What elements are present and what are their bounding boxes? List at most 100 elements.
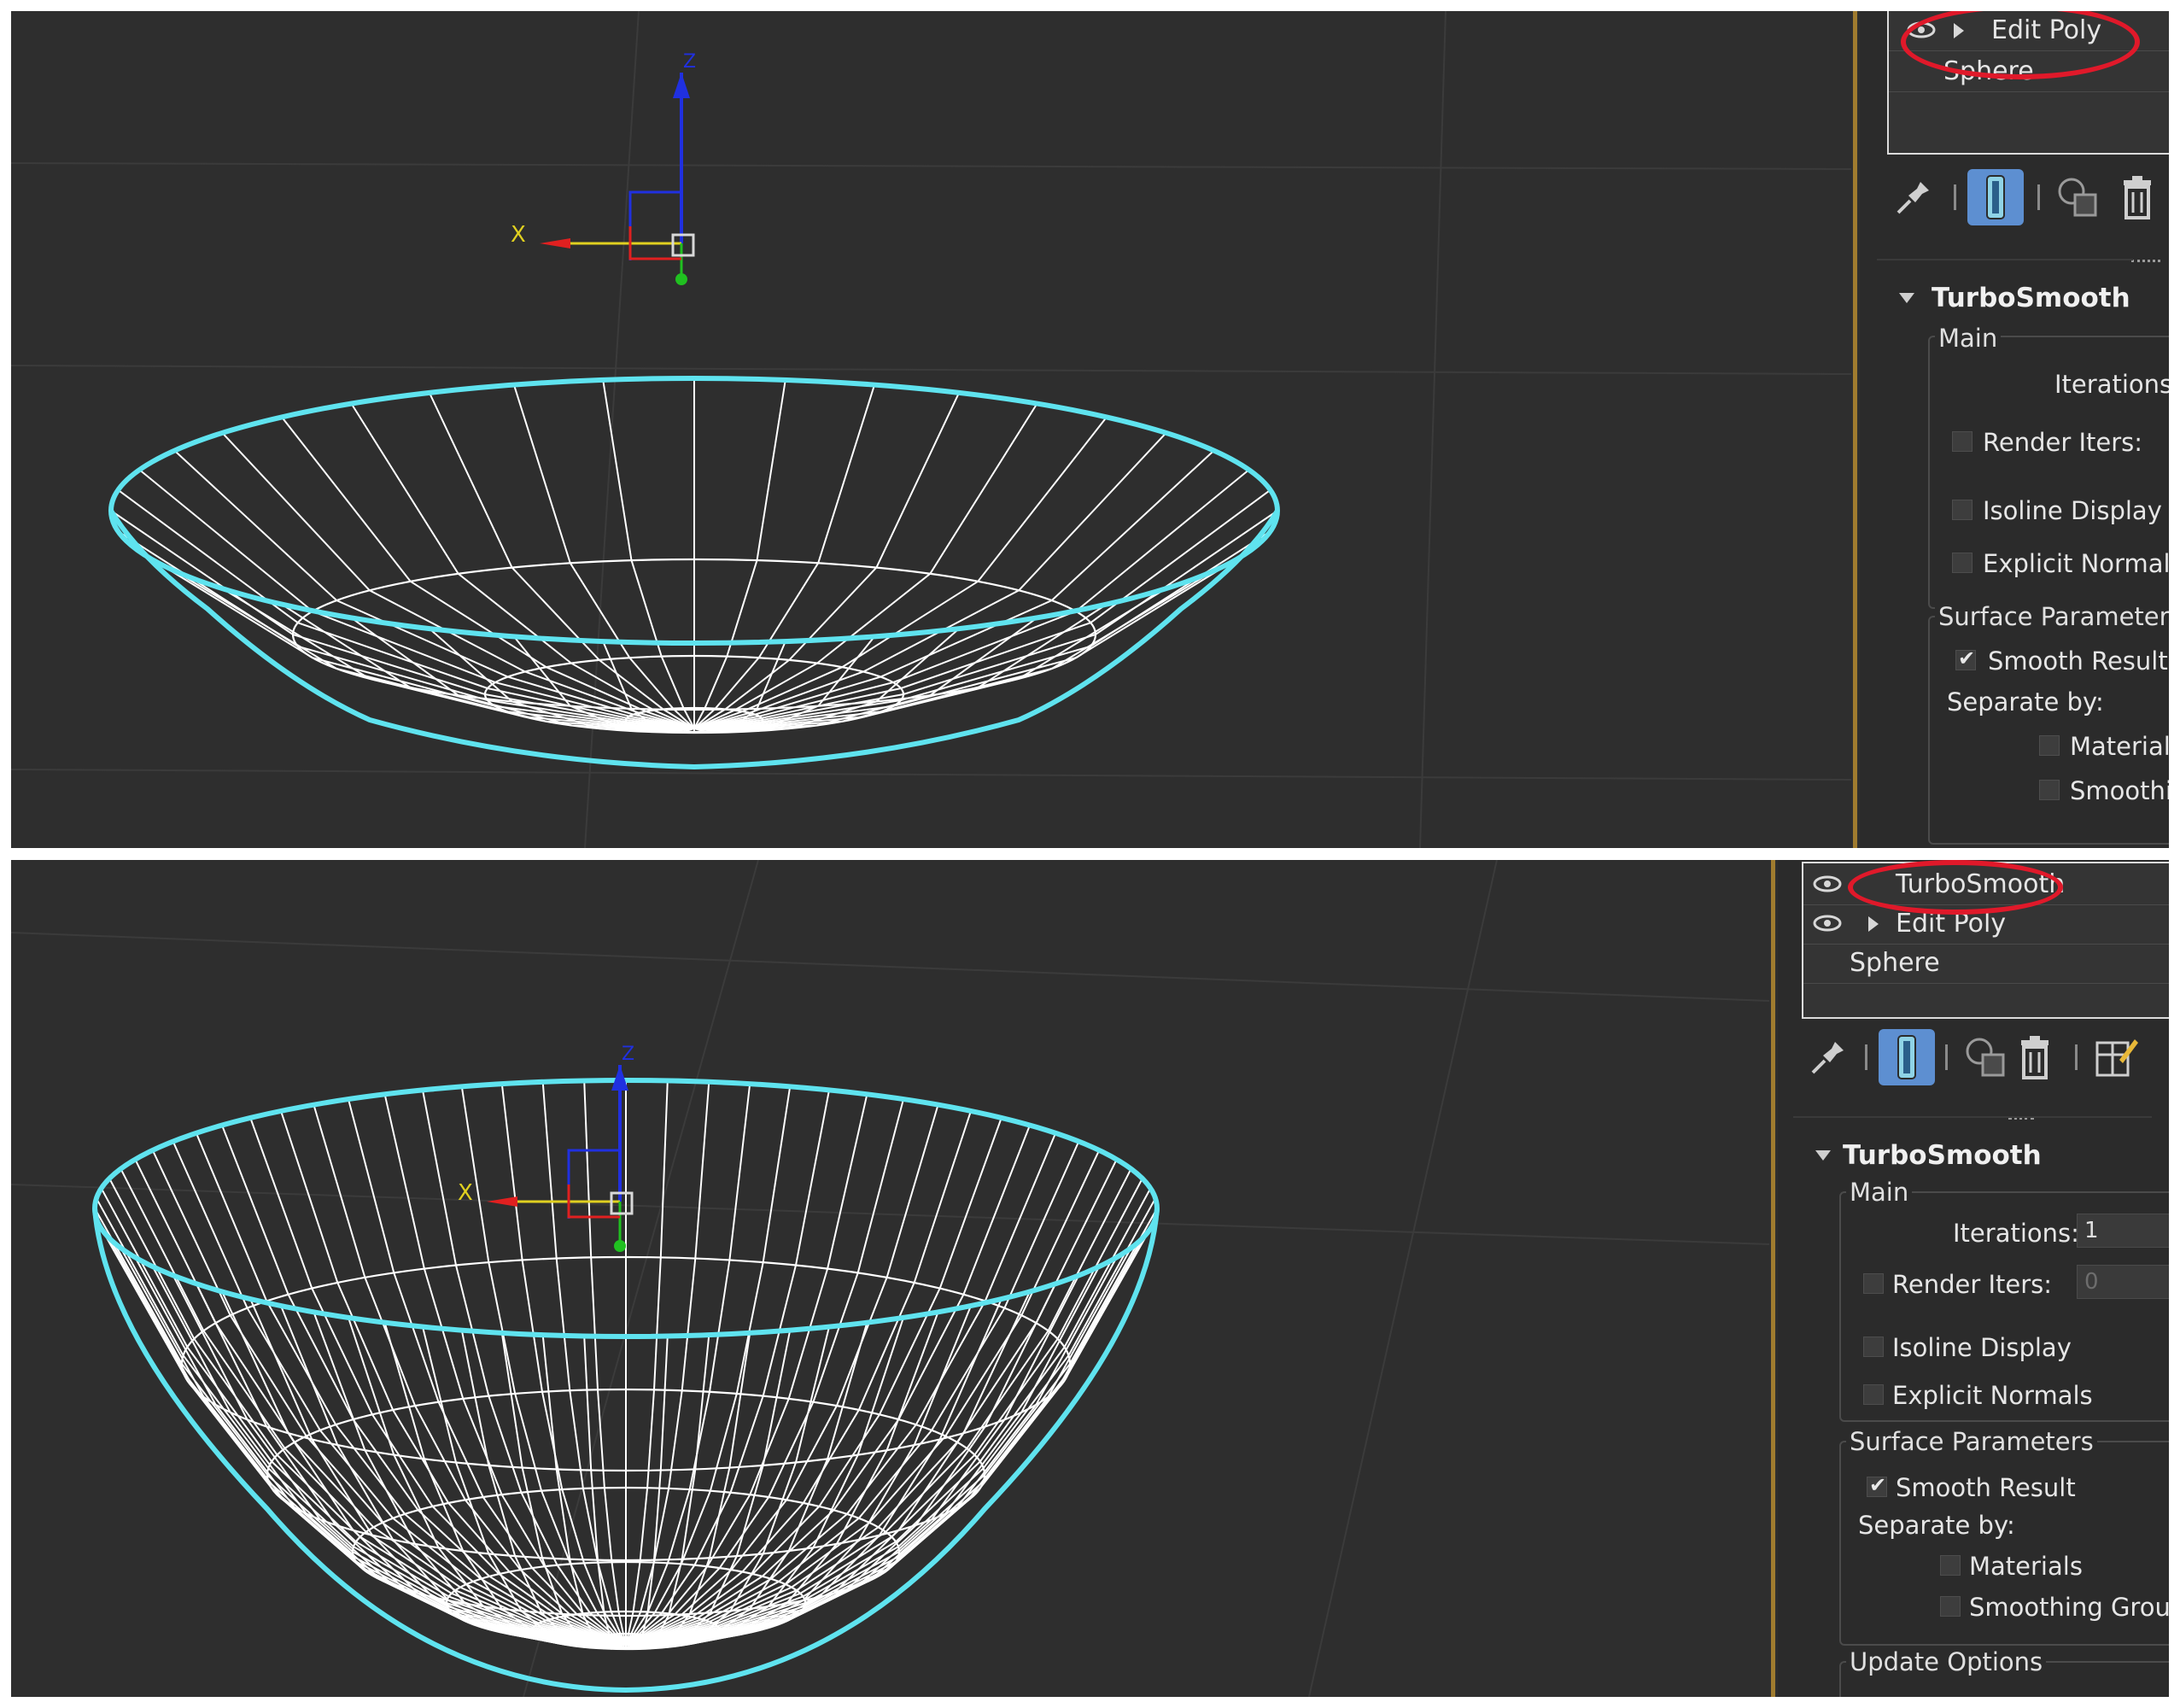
iterations-label: Iterations: [2054, 370, 2169, 399]
bowl-wireframe-bottom[interactable] [92, 1078, 1160, 1693]
remove-modifier-icon[interactable] [2109, 169, 2165, 225]
collapse-caret-icon[interactable] [1815, 1150, 1831, 1161]
explicit-normals-label: Explicit Normals [1983, 549, 2169, 578]
perspective-viewport-bottom[interactable]: XZ [11, 860, 1769, 1697]
rollout-title[interactable]: TurboSmooth [1932, 283, 2130, 313]
group-label-main: Main [1846, 1178, 1913, 1207]
smoothing-groups-checkbox[interactable] [1940, 1596, 1961, 1617]
smoothing-groups-checkbox[interactable] [2039, 780, 2060, 800]
wire-edge [693, 432, 1167, 729]
perspective-viewport-top[interactable]: XZ [11, 11, 1851, 848]
toolbar-divider [1877, 259, 2133, 260]
remove-modifier-icon[interactable] [2007, 1029, 2063, 1085]
toolbar-separator [2037, 184, 2040, 210]
eye-icon[interactable] [1812, 913, 1843, 933]
group-label-update: Update Options [1846, 1647, 2047, 1676]
smooth-result-label: Smooth Result [1988, 646, 2168, 676]
wire-edge [221, 432, 695, 729]
toolbar-separator [1954, 184, 1956, 210]
wire-edge [460, 1330, 627, 1649]
wire-edge [280, 1110, 627, 1643]
toolbar-separator [1945, 1044, 1948, 1070]
wire-edge [120, 1247, 627, 1644]
smooth-result-checkbox[interactable] [1867, 1473, 1887, 1497]
pin-stack-icon[interactable] [1885, 169, 1942, 225]
bottom-screenshot: XZ TurboSmooth Edit Poly Sphere TurboSmo… [11, 860, 2169, 1697]
show-end-result-icon[interactable] [1879, 1029, 1935, 1085]
wire-edge [693, 379, 786, 729]
smooth-result-checkbox[interactable] [1955, 646, 1976, 670]
highlight-annotation [1848, 860, 2063, 915]
isoline-display-label: Isoline Display [1892, 1333, 2072, 1362]
materials-checkbox[interactable] [2039, 735, 2060, 756]
wire-edge [602, 379, 695, 729]
wire-edge [625, 1298, 1002, 1647]
toolbar-separator [1865, 1044, 1867, 1070]
separate-by-label: Separate by: [1947, 687, 2104, 717]
axis-z-label: Z [622, 1044, 634, 1065]
panel-grip[interactable] [2131, 260, 2160, 266]
materials-label: Materials [1969, 1552, 2083, 1581]
viewport-scene-top: XZ [11, 11, 1851, 848]
rollout-title[interactable]: TurboSmooth [1843, 1140, 2042, 1171]
wire-edge [625, 1317, 904, 1647]
bowl-wireframe-top[interactable] [108, 376, 1280, 770]
smooth-result-label: Smooth Result [1896, 1473, 2076, 1502]
render-iters-checkbox[interactable] [1952, 431, 1973, 452]
wire-edge [625, 1110, 972, 1643]
expand-triangle-icon[interactable] [1868, 916, 1879, 932]
transform-gizmo-top[interactable]: XZ [511, 51, 696, 285]
smoothing-groups-label: Smoothin [2070, 776, 2169, 805]
top-screenshot: XZ Edit Poly Sphere TurboSmooth Main Ite… [11, 11, 2169, 848]
wire-edge [281, 416, 695, 729]
modifier-toolbar-bottom [1803, 1029, 2169, 1089]
toolbar-separator [2075, 1044, 2078, 1070]
render-iters-spinner[interactable]: 0 [2077, 1265, 2169, 1299]
transform-gizmo-bottom[interactable]: XZ [458, 1044, 634, 1252]
smoothing-groups-label: Smoothing Groups [1969, 1593, 2169, 1622]
show-end-result-icon[interactable] [1967, 169, 2024, 225]
panel-grip[interactable] [2008, 1117, 2034, 1123]
axis-x-label: X [511, 222, 526, 248]
modifier-toolbar-top [1885, 169, 2167, 229]
axis-z-label: Z [683, 51, 696, 73]
command-panel-top: Edit Poly Sphere TurboSmooth Main Iterat… [1860, 11, 2169, 848]
isoline-display-checkbox[interactable] [1952, 500, 1973, 520]
explicit-normals-checkbox[interactable] [1952, 553, 1973, 573]
explicit-normals-checkbox[interactable] [1863, 1384, 1884, 1405]
wire-edge [625, 1247, 1132, 1644]
materials-checkbox[interactable] [1940, 1555, 1961, 1576]
stack-item-sphere[interactable]: Sphere [1803, 944, 2169, 984]
group-label-surface: Surface Parameters [1846, 1427, 2097, 1456]
wire-edge [693, 510, 1278, 729]
viewport-divider [1771, 860, 1775, 1697]
pin-stack-icon[interactable] [1800, 1029, 1856, 1085]
wire-edge [693, 416, 1108, 729]
eye-icon[interactable] [1812, 874, 1843, 894]
make-unique-icon[interactable] [1957, 1029, 2013, 1085]
isoline-display-checkbox[interactable] [1863, 1337, 1884, 1357]
separate-by-label: Separate by: [1858, 1511, 2015, 1540]
wire-edge [625, 1080, 669, 1643]
render-iters-checkbox[interactable] [1863, 1273, 1884, 1294]
iterations-spinner[interactable]: 1 [2077, 1214, 2169, 1248]
make-unique-icon[interactable] [2049, 169, 2106, 225]
group-label-surface: Surface Parameters [1935, 602, 2169, 631]
wire-edge [249, 1298, 627, 1647]
configure-modifier-sets-icon[interactable] [2089, 1029, 2145, 1085]
toolbar-divider [1793, 1116, 2152, 1118]
axis-x-label: X [458, 1180, 473, 1206]
materials-label: Materials [2070, 732, 2169, 761]
render-iters-label: Render Iters: [1892, 1270, 2053, 1299]
explicit-normals-label: Explicit Normals [1892, 1381, 2093, 1410]
collapse-caret-icon[interactable] [1899, 293, 1914, 303]
iterations-label: Iterations: [1953, 1219, 2079, 1248]
wire-edge [625, 1330, 792, 1649]
stack-item-label: Sphere [1850, 948, 1940, 978]
group-label-main: Main [1935, 324, 2002, 353]
render-iters-label: Render Iters: [1983, 428, 2143, 457]
viewport-scene-bottom: XZ [11, 860, 1769, 1697]
wire-edge [110, 510, 695, 729]
isoline-display-label: Isoline Display [1983, 496, 2162, 525]
viewport-divider [1853, 11, 1857, 848]
